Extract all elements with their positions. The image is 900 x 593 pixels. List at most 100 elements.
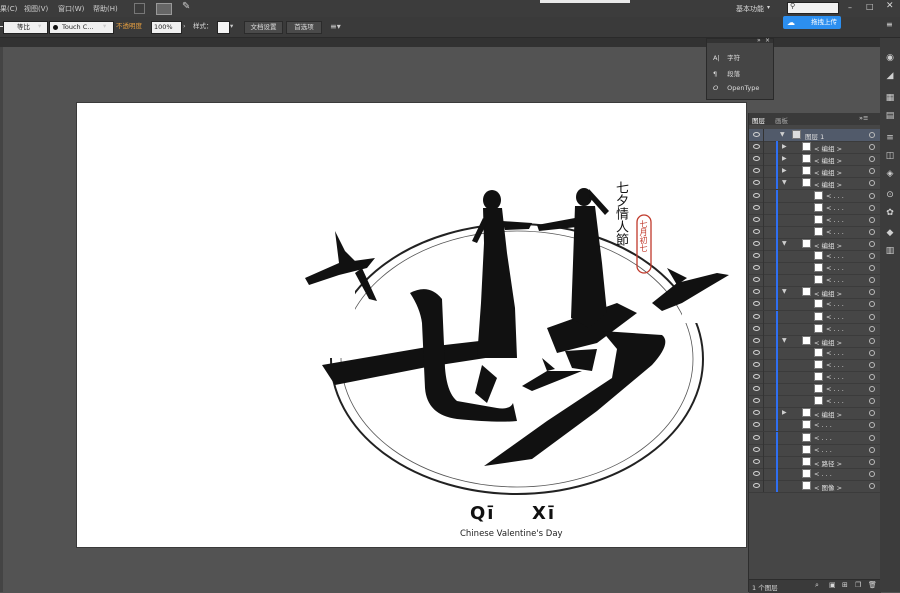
swatches-panel-icon[interactable]: ▦ xyxy=(885,93,895,103)
visibility-eye-icon[interactable] xyxy=(753,204,760,210)
layer-row[interactable]: < . . . xyxy=(749,467,881,481)
layer-row[interactable]: < . . . xyxy=(749,189,881,203)
menu-item-help[interactable]: 帮助(H) xyxy=(93,4,118,14)
opacity-input[interactable]: 100% xyxy=(151,21,182,34)
chevron-right-icon[interactable]: › xyxy=(183,21,186,32)
chevron-down-icon[interactable]: ▾ xyxy=(230,21,233,32)
appearance-panel-icon[interactable]: ⊙ xyxy=(885,190,895,200)
visibility-eye-icon[interactable] xyxy=(753,349,760,355)
layers-panel-icon[interactable]: ◆ xyxy=(885,228,895,238)
layer-row-main[interactable]: ▼ 图层 1 xyxy=(749,129,881,142)
layer-row[interactable]: < . . . xyxy=(749,298,881,312)
target-circle[interactable] xyxy=(869,289,875,296)
layer-row[interactable]: < . . . xyxy=(749,371,881,384)
layer-item-label[interactable]: < . . . xyxy=(826,216,844,224)
visibility-eye-icon[interactable] xyxy=(753,192,760,198)
layer-row[interactable]: ▼ < 编组 > xyxy=(749,334,881,348)
layer-item-label[interactable]: < . . . xyxy=(826,385,844,393)
menu-item-view[interactable]: 视图(V) xyxy=(24,4,48,14)
visibility-eye-icon[interactable] xyxy=(753,374,760,379)
visibility-eye-icon[interactable] xyxy=(753,180,760,186)
new-layer-icon[interactable]: ❐ xyxy=(855,581,861,589)
layer-item-label[interactable]: < 编组 > xyxy=(814,409,842,419)
layer-item-label[interactable]: < 编组 > xyxy=(814,143,842,153)
layer-row[interactable]: < . . . xyxy=(749,213,881,227)
target-circle[interactable] xyxy=(869,253,875,259)
visibility-eye-icon[interactable] xyxy=(753,168,760,174)
layer-item-label[interactable]: < . . . xyxy=(814,434,832,442)
layer-item-label[interactable]: < 编组 > xyxy=(814,167,842,177)
layer-item-label[interactable]: < . . . xyxy=(826,300,844,308)
layer-item-label[interactable]: < 编组 > xyxy=(814,155,842,165)
target-circle[interactable] xyxy=(869,325,875,332)
target-circle[interactable] xyxy=(869,132,875,138)
preferences-button[interactable]: 首选项 xyxy=(286,21,322,34)
layer-item-label[interactable]: < . . . xyxy=(826,349,844,357)
close-icon[interactable]: ✕ xyxy=(886,1,894,11)
paragraph-panel-item[interactable]: ¶ 段落 xyxy=(713,68,740,78)
layer-item-label[interactable]: < . . . xyxy=(826,313,844,321)
panel-grip[interactable] xyxy=(707,39,773,43)
align-icon[interactable]: ≡▾ xyxy=(330,21,341,32)
layer-row[interactable]: ▶ < 编组 > xyxy=(749,165,881,179)
chevron-down-icon[interactable]: ▾ xyxy=(38,21,41,32)
target-circle[interactable] xyxy=(869,192,875,199)
tab-artboards[interactable]: 画板 xyxy=(775,115,788,125)
layer-item-label[interactable]: < . . . xyxy=(826,228,844,236)
layer-item-label[interactable]: < . . . xyxy=(814,421,832,429)
target-circle[interactable] xyxy=(869,156,875,163)
chevron-down-icon[interactable]: ▼ xyxy=(782,179,787,186)
visibility-eye-icon[interactable] xyxy=(753,434,760,440)
target-circle[interactable] xyxy=(869,470,875,477)
layer-item-label[interactable]: < . . . xyxy=(826,361,844,369)
chevron-down-icon[interactable]: ▾ xyxy=(767,4,770,11)
layer-row[interactable]: < . . . xyxy=(749,322,881,336)
layer-row[interactable]: ▼ < 编组 > xyxy=(749,177,881,191)
target-circle[interactable] xyxy=(869,386,875,393)
target-circle[interactable] xyxy=(869,313,875,320)
visibility-eye-icon[interactable] xyxy=(753,325,760,331)
close-icon[interactable]: × xyxy=(765,37,770,44)
artboards-panel-icon[interactable]: ▥ xyxy=(885,246,895,256)
target-circle[interactable] xyxy=(869,168,875,175)
brush-tool-icon[interactable]: ✎ xyxy=(182,1,190,12)
style-swatch[interactable] xyxy=(217,21,230,34)
menu-item-window[interactable]: 窗口(W) xyxy=(58,4,84,14)
layer-row[interactable]: < . . . xyxy=(749,250,881,263)
layer-row[interactable]: < . . . xyxy=(749,431,881,445)
visibility-eye-icon[interactable] xyxy=(753,458,760,464)
visibility-eye-icon[interactable] xyxy=(753,398,760,404)
layer-row[interactable]: < . . . xyxy=(749,262,881,276)
layer-row[interactable]: < . . . xyxy=(749,201,881,215)
chevron-down-icon[interactable]: ▾ xyxy=(103,21,106,32)
visibility-eye-icon[interactable] xyxy=(753,313,760,319)
layer-row[interactable]: ▼ < 编组 > xyxy=(749,237,881,251)
layer-item-label[interactable]: < 路径 > xyxy=(814,458,842,468)
chevron-down-icon[interactable]: ▼ xyxy=(782,240,787,247)
target-circle[interactable] xyxy=(869,301,875,308)
chevron-right-icon[interactable]: ▶ xyxy=(782,409,787,416)
panel-menu-icon[interactable]: »≡ xyxy=(859,114,868,122)
opacity-label[interactable]: 不透明度 xyxy=(116,21,142,32)
layer-row[interactable]: < 路径 > xyxy=(749,455,881,469)
layer-row[interactable]: < . . . xyxy=(749,274,881,288)
layer-row[interactable]: < . . . xyxy=(749,443,881,457)
target-circle[interactable] xyxy=(869,144,875,151)
layer-row[interactable]: ▶ < 编组 > xyxy=(749,407,881,421)
brushes-panel-icon[interactable]: ▤ xyxy=(885,111,895,121)
target-circle[interactable] xyxy=(869,228,875,235)
visibility-eye-icon[interactable] xyxy=(753,253,760,258)
layer-row[interactable]: < . . . xyxy=(749,383,881,397)
layer-item-label[interactable]: < . . . xyxy=(826,397,844,405)
visibility-eye-icon[interactable] xyxy=(753,144,760,150)
visibility-eye-icon[interactable] xyxy=(753,132,760,137)
new-sublayer-icon[interactable]: ⊞ xyxy=(842,581,848,589)
layer-item-label[interactable]: < . . . xyxy=(814,446,832,454)
target-circle[interactable] xyxy=(869,374,875,380)
visibility-eye-icon[interactable] xyxy=(753,386,760,392)
panel-menu-icon[interactable]: ≡ xyxy=(886,20,893,29)
target-circle[interactable] xyxy=(869,361,875,368)
bridge-icon[interactable] xyxy=(134,3,145,14)
layer-item-label[interactable]: < . . . xyxy=(814,470,832,478)
chevron-right-icon[interactable]: ▶ xyxy=(782,155,787,162)
